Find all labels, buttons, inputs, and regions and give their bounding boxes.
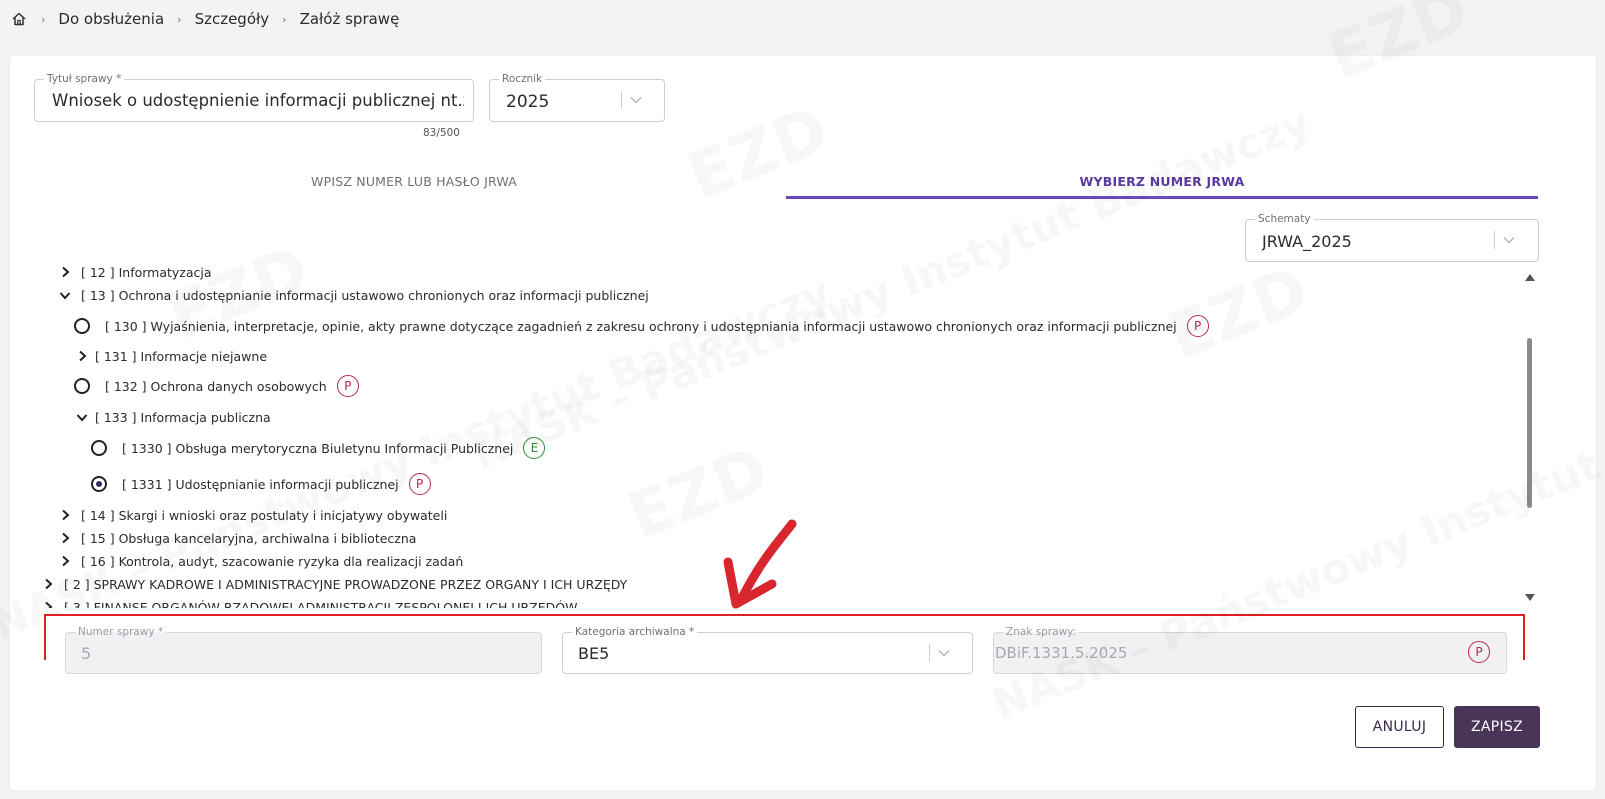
- tree-item[interactable]: [ 3 ] FINANSE ORGANÓW RZĄDOWEJ ADMINISTR…: [41, 596, 577, 608]
- breadcrumb-item-todo[interactable]: Do obsłużenia: [58, 10, 164, 28]
- case-title-input[interactable]: Wniosek o udostępnienie informacji publi…: [52, 91, 464, 110]
- scrollbar-thumb[interactable]: [1527, 338, 1532, 508]
- chevron-right-icon[interactable]: [58, 531, 72, 545]
- tree-item[interactable]: [ 15 ] Obsługa kancelaryjna, archiwalna …: [58, 527, 416, 549]
- tree-item-label: [ 132 ] Ochrona danych osobowych: [105, 378, 327, 394]
- chevron-down-icon[interactable]: [621, 90, 642, 110]
- tree-item[interactable]: [ 16 ] Kontrola, audyt, szacowanie ryzyk…: [58, 550, 463, 572]
- chevron-right-icon[interactable]: [75, 349, 89, 363]
- case-number-label: Numer sprawy *: [75, 626, 167, 638]
- archival-category-value: BE5: [578, 644, 610, 663]
- chevron-down-icon[interactable]: [1494, 230, 1515, 250]
- chevron-right-icon[interactable]: [41, 577, 55, 591]
- case-title-field[interactable]: Tytuł sprawy * Wniosek o udostępnienie i…: [34, 73, 474, 122]
- tree-item-label: [ 12 ] Informatyzacja: [81, 264, 212, 280]
- tree-item-label: [ 131 ] Informacje niejawne: [95, 348, 268, 364]
- archival-category-select[interactable]: Kategoria archiwalna * BE5: [562, 626, 973, 674]
- tree-item-label: [ 130 ] Wyjaśnienia, interpretacje, opin…: [105, 318, 1177, 334]
- case-sign-label: Znak sprawy:: [1003, 626, 1080, 638]
- tree-item[interactable]: [ 132 ] Ochrona danych osobowych P: [74, 374, 359, 398]
- chevron-right-icon[interactable]: [41, 600, 55, 608]
- category-e-badge: E: [523, 437, 546, 459]
- tree-item-label: [ 16 ] Kontrola, audyt, szacowanie ryzyk…: [81, 553, 464, 569]
- year-value: 2025: [506, 92, 550, 112]
- title-char-counter: 83/500: [423, 127, 460, 139]
- tree-item-label: [ 1331 ] Udostępnianie informacji public…: [122, 476, 399, 492]
- tab-enter-jrwa[interactable]: WPISZ NUMER LUB HASŁO JRWA: [34, 163, 794, 199]
- case-sign-field: Znak sprawy: DBiF.1331.5.2025 P: [993, 626, 1507, 674]
- active-tab-indicator: [786, 196, 1538, 199]
- radio-button[interactable]: [74, 378, 90, 394]
- tree-item[interactable]: [ 2 ] SPRAWY KADROWE I ADMINISTRACYJNE P…: [41, 573, 627, 595]
- schemes-label: Schematy: [1255, 213, 1314, 225]
- case-title-label: Tytuł sprawy *: [44, 73, 125, 85]
- category-p-badge: P: [1468, 641, 1490, 663]
- annotation-arrow-icon: [723, 519, 797, 609]
- create-case-card: Tytuł sprawy * Wniosek o udostępnienie i…: [10, 56, 1596, 790]
- tree-item-label: [ 15 ] Obsługa kancelaryjna, archiwalna …: [81, 530, 417, 546]
- chevron-right-icon: ›: [282, 12, 287, 26]
- tree-item-label: [ 2 ] SPRAWY KADROWE I ADMINISTRACYJNE P…: [64, 576, 628, 592]
- chevron-right-icon: ›: [41, 12, 46, 26]
- save-button[interactable]: ZAPISZ: [1454, 706, 1540, 748]
- year-label: Rocznik: [499, 73, 546, 85]
- breadcrumb-item-create-case: Załóż sprawę: [299, 10, 400, 28]
- breadcrumb: › Do obsłużenia › Szczegóły › Załóż spra…: [10, 8, 399, 30]
- tree-item[interactable]: [ 14 ] Skargi i wnioski oraz postulaty i…: [58, 504, 447, 526]
- tree-item[interactable]: [ 130 ] Wyjaśnienia, interpretacje, opin…: [74, 314, 1209, 338]
- breadcrumb-item-details[interactable]: Szczegóły: [195, 10, 270, 28]
- year-select[interactable]: Rocznik 2025: [489, 73, 665, 122]
- schemes-value: JRWA_2025: [1262, 232, 1352, 251]
- tree-item-label: [ 3 ] FINANSE ORGANÓW RZĄDOWEJ ADMINISTR…: [64, 599, 578, 609]
- radio-button[interactable]: [74, 318, 90, 334]
- tree-item[interactable]: [ 131 ] Informacje niejawne: [75, 345, 267, 367]
- tree-item-label: [ 1330 ] Obsługa merytoryczna Biuletynu …: [122, 440, 514, 456]
- case-number-value: 5: [81, 644, 92, 663]
- tree-item-selected[interactable]: [ 1331 ] Udostępnianie informacji public…: [91, 472, 431, 496]
- tree-item-label: [ 133 ] Informacja publiczna: [95, 409, 271, 425]
- tree-item-label: [ 13 ] Ochrona i udostępnianie informacj…: [81, 287, 649, 303]
- chevron-down-icon[interactable]: [929, 643, 950, 663]
- tree-item[interactable]: [ 133 ] Informacja publiczna: [75, 406, 271, 428]
- archival-category-label: Kategoria archiwalna *: [572, 626, 698, 638]
- scroll-up-icon[interactable]: [1525, 274, 1535, 281]
- tab-select-jrwa[interactable]: WYBIERZ NUMER JRWA: [786, 163, 1538, 199]
- chevron-right-icon: ›: [177, 12, 182, 26]
- chevron-right-icon[interactable]: [58, 508, 72, 522]
- case-sign-value: DBiF.1331.5.2025: [995, 644, 1128, 662]
- chevron-right-icon[interactable]: [58, 265, 72, 279]
- radio-button[interactable]: [91, 440, 107, 456]
- cancel-button[interactable]: ANULUJ: [1355, 706, 1444, 748]
- tree-item-label: [ 14 ] Skargi i wnioski oraz postulaty i…: [81, 507, 448, 523]
- category-p-badge: P: [1186, 315, 1209, 337]
- home-icon[interactable]: [10, 10, 28, 28]
- category-p-badge: P: [336, 375, 359, 397]
- category-p-badge: P: [408, 473, 431, 495]
- tree-item[interactable]: [ 13 ] Ochrona i udostępnianie informacj…: [58, 284, 649, 306]
- tree-item[interactable]: [ 1330 ] Obsługa merytoryczna Biuletynu …: [91, 436, 546, 460]
- scroll-down-icon[interactable]: [1525, 594, 1535, 601]
- case-number-field: Numer sprawy * 5: [65, 626, 542, 674]
- chevron-down-icon[interactable]: [75, 410, 89, 424]
- chevron-down-icon[interactable]: [58, 288, 72, 302]
- tree-item[interactable]: [ 12 ] Informatyzacja: [58, 261, 212, 283]
- radio-button-checked[interactable]: [91, 476, 107, 492]
- chevron-right-icon[interactable]: [58, 554, 72, 568]
